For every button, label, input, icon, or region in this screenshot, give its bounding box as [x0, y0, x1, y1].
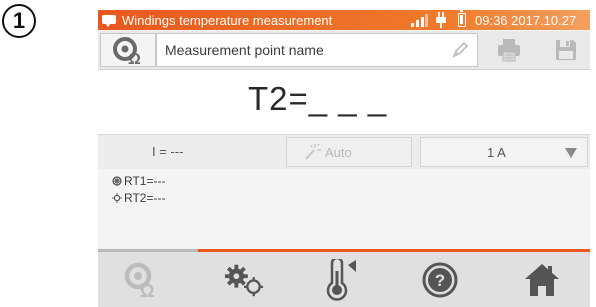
auto-wand-icon: [305, 144, 321, 160]
main-result-panel: T2=_ _ _: [98, 70, 590, 134]
current-range-select[interactable]: 1 A: [420, 137, 588, 167]
rt1-label: RT1=---: [124, 174, 166, 188]
battery-icon: [458, 10, 466, 27]
save-floppy-icon[interactable]: [554, 38, 578, 62]
printer-icon[interactable]: [496, 37, 522, 63]
temperature-toolbar-button[interactable]: [320, 259, 360, 301]
status-clock: 09:36 2017.10.27: [475, 13, 577, 28]
probe-toolbar-button[interactable]: Ω: [122, 260, 162, 300]
probe-button[interactable]: Ω: [100, 33, 156, 67]
measurement-name-row: Ω Measurement point name: [98, 31, 590, 70]
help-icon: ?: [422, 262, 458, 298]
thermometer-icon: [326, 259, 356, 301]
home-icon: [525, 264, 559, 296]
snowflake-icon: [112, 176, 122, 186]
step-number-badge: 1: [2, 4, 36, 38]
home-toolbar-button[interactable]: [522, 260, 562, 300]
svg-text:Ω: Ω: [140, 281, 154, 299]
edit-pencil-icon[interactable]: [451, 41, 469, 59]
auto-button-label: Auto: [325, 145, 352, 160]
help-toolbar-button[interactable]: ?: [420, 260, 460, 300]
signal-strength-icon: [411, 14, 428, 27]
settings-toolbar-button[interactable]: [224, 260, 264, 300]
device-screen: Windings temperature measurement 09:36 2…: [98, 10, 590, 307]
measurement-point-name-field[interactable]: Measurement point name: [156, 33, 478, 67]
measurement-parameters-row: I = --- Auto 1 A: [98, 134, 590, 170]
main-result-value: T2=_ _ _: [248, 80, 388, 117]
svg-text:Ω: Ω: [128, 51, 141, 66]
sun-icon: [112, 193, 122, 203]
probe-icon: Ω: [113, 37, 141, 66]
bottom-toolbar: Ω ?: [98, 252, 590, 307]
rt2-label: RT2=---: [124, 191, 166, 205]
current-range-value: 1 A: [487, 145, 506, 160]
sub-results-area: RT1=--- RT2=---: [98, 169, 590, 249]
resistance-rt1-readout: RT1=---: [112, 174, 165, 188]
probe-icon: Ω: [124, 262, 154, 299]
auto-button[interactable]: Auto: [286, 137, 412, 167]
status-bar: Windings temperature measurement 09:36 2…: [98, 10, 590, 30]
message-icon[interactable]: [102, 15, 116, 27]
window-title: Windings temperature measurement: [122, 13, 333, 28]
settings-gears-icon: [224, 264, 264, 297]
resistance-rt2-readout: RT2=---: [112, 191, 165, 205]
power-plug-icon: [436, 12, 446, 28]
svg-text:?: ?: [435, 271, 445, 290]
current-readout: I = ---: [152, 144, 184, 159]
dropdown-arrow-icon: [565, 148, 577, 158]
measurement-point-name-placeholder: Measurement point name: [165, 42, 324, 58]
